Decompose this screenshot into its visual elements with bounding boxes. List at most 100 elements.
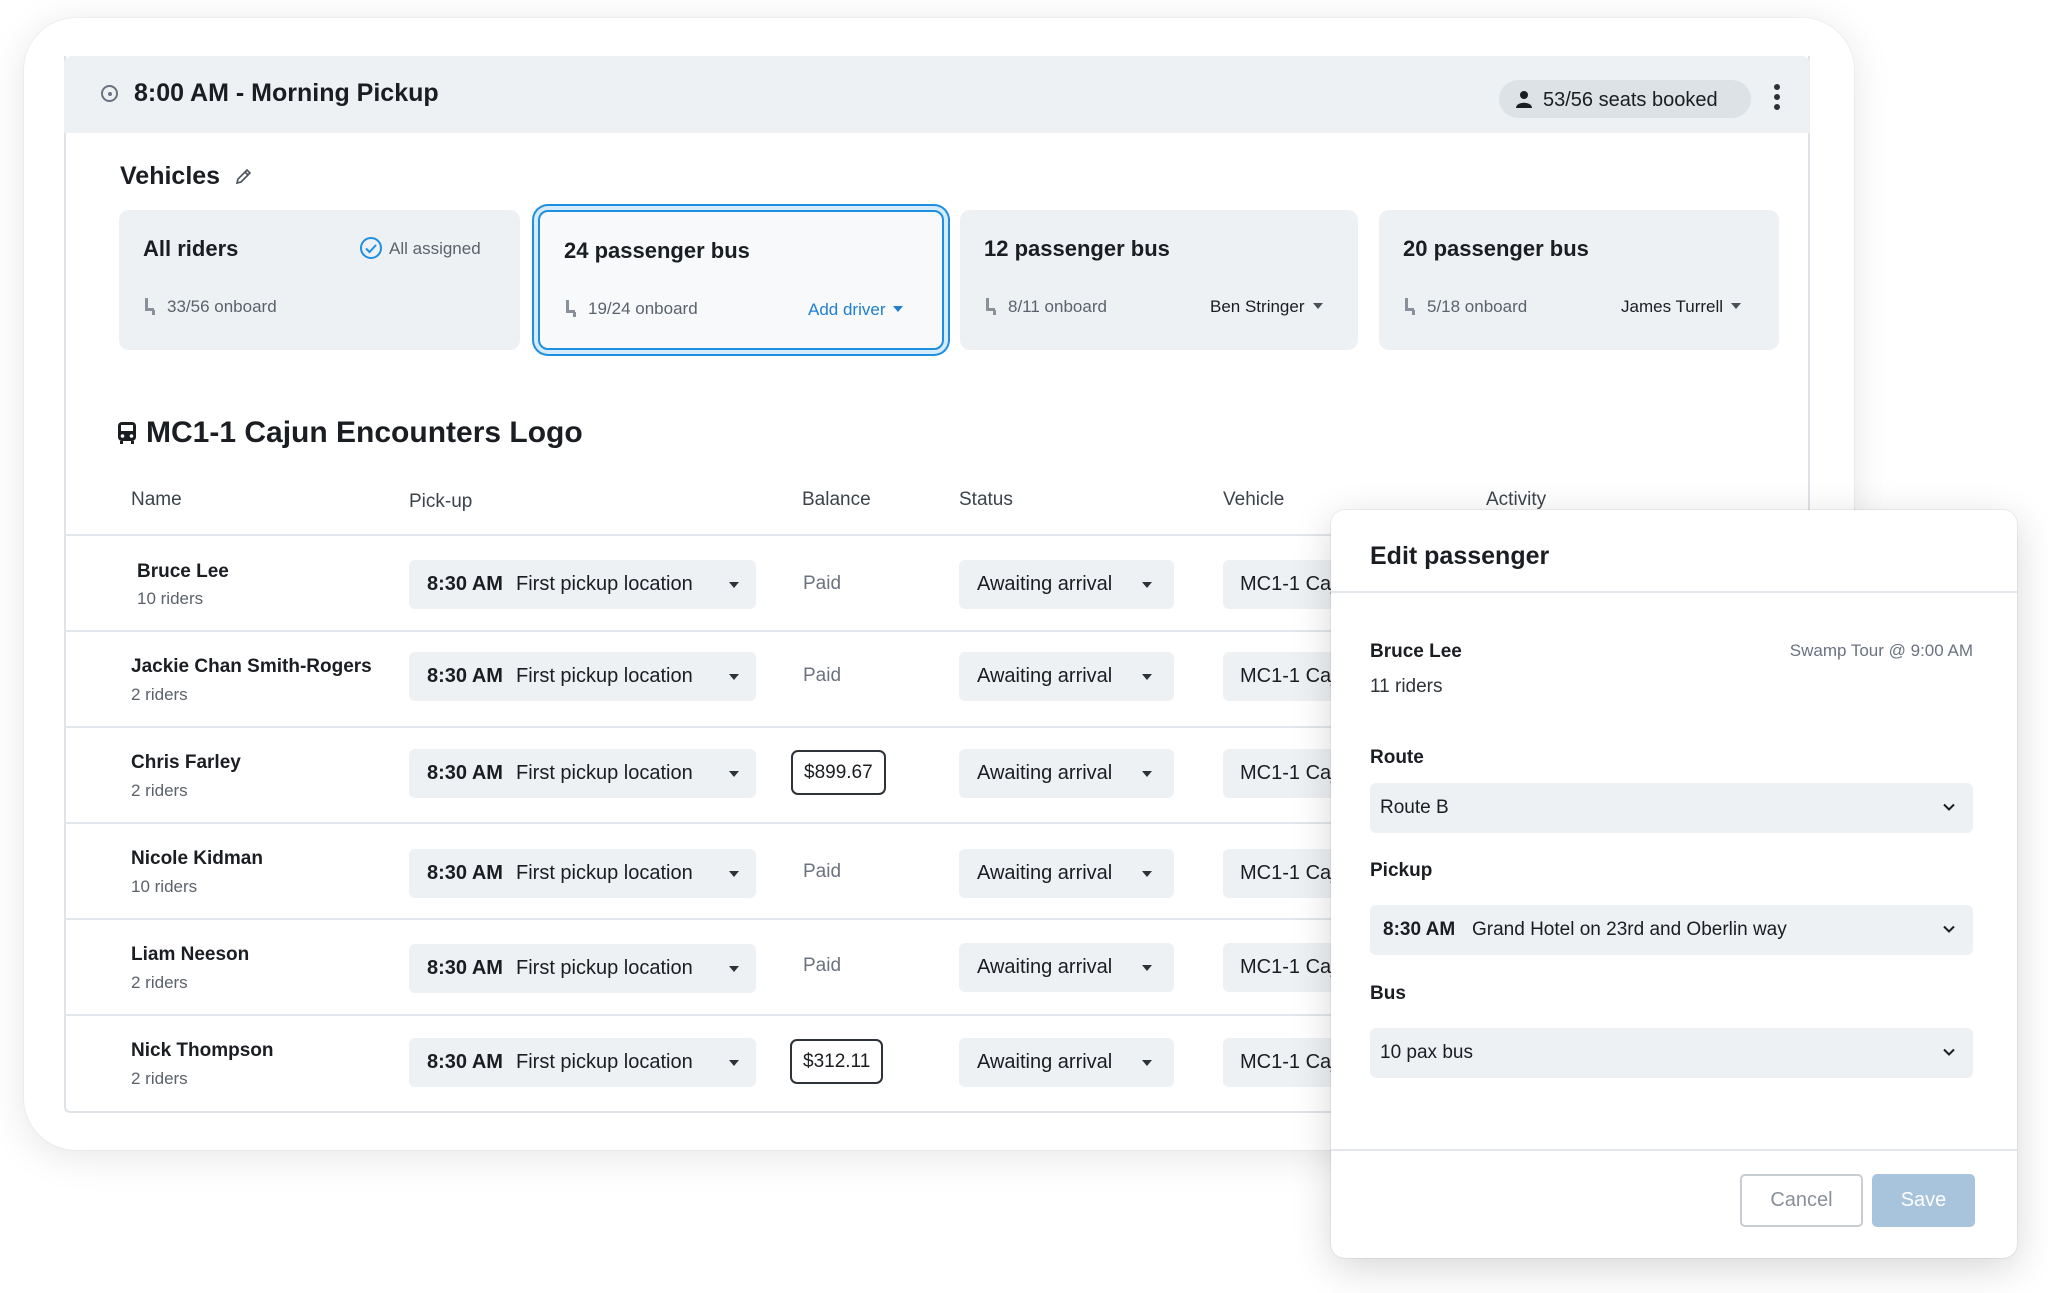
pickup-select[interactable]: 8:30 AM First pickup location [409,652,756,701]
onboard-text: 33/56 onboard [167,297,277,316]
status-value: Awaiting arrival [977,665,1113,687]
passenger-name[interactable]: Jackie Chan Smith-Rogers [131,656,372,678]
pickup-select[interactable]: 8:30 AM First pickup location [409,944,756,993]
passenger-name[interactable]: Nick Thompson [131,1040,274,1062]
balance-due-input[interactable]: $312.11 [790,1039,884,1084]
vehicle-select[interactable]: MC1-1 Cajun Encounters [1223,652,1343,701]
row-divider [65,918,1365,920]
chevron-down-icon [729,966,739,972]
vehicle-card-12-passenger-bus[interactable]: 12 passenger bus 8/11 onboard Ben String… [960,210,1358,350]
passenger-riders: 2 riders [131,1069,188,1088]
pickup-location: First pickup location [516,862,693,884]
vehicles-heading: Vehicles [120,162,221,190]
balance-paid: Paid [803,861,842,882]
status-select[interactable]: Awaiting arrival [959,560,1174,609]
chevron-down-icon [1142,582,1152,588]
chevron-down-icon [1312,303,1323,309]
check-circle-icon [360,237,382,259]
vehicle-card-onboard: 8/11 onboard [984,297,1107,317]
edit-pencil-icon[interactable] [234,166,254,186]
seat-icon [145,298,155,315]
drawer-divider [1331,591,2017,593]
vehicle-card-name: 20 passenger bus [1403,236,1589,261]
seat-icon [986,298,996,315]
status-select[interactable]: Awaiting arrival [959,749,1174,798]
chevron-down-icon [1142,871,1152,877]
route-value: Route B [1380,797,1449,818]
route-title: MC1-1 Cajun Encounters Logo [146,416,583,449]
passenger-name[interactable]: Nicole Kidman [131,848,263,870]
passenger-riders: 10 riders [131,877,198,896]
vehicle-card-name: All riders [143,236,239,261]
balance-paid: Paid [803,573,842,594]
vehicle-card-all-riders[interactable]: All riders All assigned 33/56 onboard [119,210,520,350]
more-options-icon[interactable] [1774,84,1782,110]
vehicle-select[interactable]: MC1-1 Cajun Encounters [1223,560,1343,609]
chevron-down-icon [729,674,739,680]
chevron-down-icon [1731,303,1742,309]
route-label: Route [1370,747,1424,768]
status-select[interactable]: Awaiting arrival [959,943,1174,992]
status-select[interactable]: Awaiting arrival [959,1038,1174,1087]
column-header-balance[interactable]: Balance [802,489,871,511]
pickup-time: 8:30 AM [1383,919,1456,940]
status-select[interactable]: Awaiting arrival [959,849,1174,898]
passenger-name[interactable]: Chris Farley [131,752,241,774]
column-header-status[interactable]: Status [959,489,1013,511]
vehicle-select[interactable]: MC1-1 Cajun Encounters [1223,849,1343,898]
pickup-select[interactable]: 8:30 AM First pickup location [409,1038,756,1087]
chevron-down-icon [1943,925,1955,933]
pickup-time: 8:30 AM [427,665,503,687]
pickup-select-drawer[interactable]: 8:30 AM Grand Hotel on 23rd and Oberlin … [1370,905,1973,955]
column-header-name[interactable]: Name [131,489,182,511]
passenger-riders: 2 riders [131,685,188,704]
person-icon [1516,91,1532,108]
driver-name: James Turrell [1621,297,1724,316]
vehicle-select[interactable]: MC1-1 Cajun Encounters [1223,1038,1343,1087]
pickup-select[interactable]: 8:30 AM First pickup location [409,749,756,798]
cancel-button[interactable]: Cancel [1740,1174,1863,1227]
passenger-name[interactable]: Bruce Lee [137,561,229,583]
collapse-clock-icon[interactable] [101,85,118,102]
add-driver-dropdown[interactable]: Add driver [808,300,904,320]
drawer-title: Edit passenger [1370,542,1550,570]
column-header-activity[interactable]: Activity [1486,489,1546,511]
vehicle-select[interactable]: MC1-1 Cajun Encounters [1223,749,1343,798]
pickup-select[interactable]: 8:30 AM First pickup location [409,560,756,609]
pickup-time: 8:30 AM [427,1051,503,1073]
bus-value: 10 pax bus [1380,1042,1473,1063]
chevron-down-icon [1142,771,1152,777]
vehicle-value: MC1-1 Cajun Encounters [1240,956,1343,978]
pickup-location: First pickup location [516,573,693,595]
column-header-vehicle[interactable]: Vehicle [1223,489,1284,511]
vehicle-select[interactable]: MC1-1 Cajun Encounters [1223,943,1343,992]
driver-dropdown[interactable]: Ben Stringer [1210,297,1323,317]
vehicle-card-20-passenger-bus[interactable]: 20 passenger bus 5/18 onboard James Turr… [1379,210,1779,350]
passenger-name[interactable]: Liam Neeson [131,944,249,966]
pickup-select[interactable]: 8:30 AM First pickup location [409,849,756,898]
chevron-down-icon [729,871,739,877]
column-header-pickup[interactable]: Pick-up [409,491,472,513]
vehicle-card-24-passenger-bus[interactable]: 24 passenger bus 19/24 onboard Add drive… [538,210,944,350]
row-divider [65,726,1365,728]
passenger-riders: 10 riders [137,589,204,608]
seats-booked-badge: 53/56 seats booked [1499,80,1751,118]
chevron-down-icon [729,1060,739,1066]
route-select[interactable]: Route B [1370,783,1973,833]
chevron-down-icon [1943,1048,1955,1056]
passenger-riders: 2 riders [131,973,188,992]
row-divider [65,822,1365,824]
row-divider [65,1014,1365,1016]
vehicle-card-onboard: 33/56 onboard [143,297,277,317]
status-value: Awaiting arrival [977,862,1113,884]
pickup-location: First pickup location [516,762,693,784]
driver-dropdown[interactable]: James Turrell [1621,297,1742,317]
edit-passenger-drawer: Edit passenger Bruce Lee 11 riders Swamp… [1331,510,2017,1258]
pickup-location: Grand Hotel on 23rd and Oberlin way [1472,919,1787,940]
status-select[interactable]: Awaiting arrival [959,652,1174,701]
bus-select[interactable]: 10 pax bus [1370,1028,1973,1078]
save-button[interactable]: Save [1872,1174,1975,1227]
chevron-down-icon [729,582,739,588]
balance-due-input[interactable]: $899.67 [791,750,886,795]
status-value: Awaiting arrival [977,1051,1113,1073]
